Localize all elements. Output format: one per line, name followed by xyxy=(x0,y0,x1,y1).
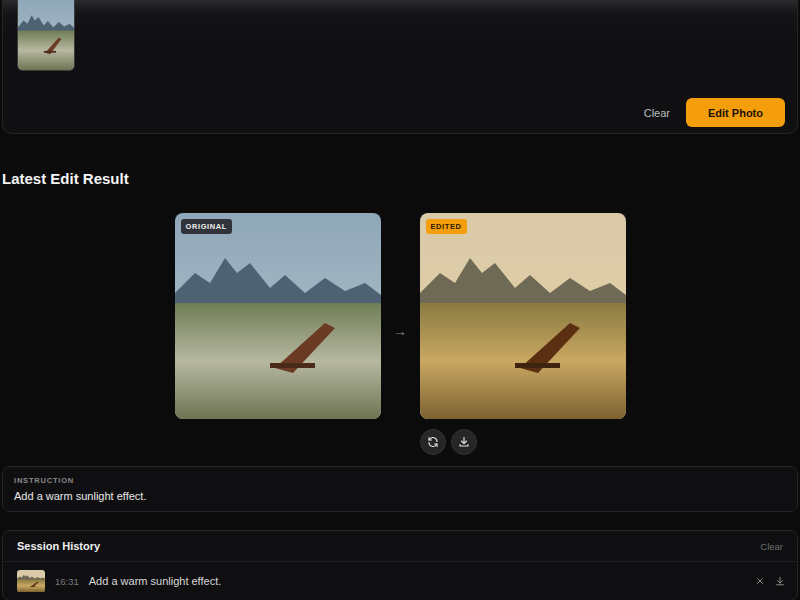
result-panel: EDITED xyxy=(420,213,626,455)
result-image: ORIGINAL xyxy=(175,213,381,419)
download-icon[interactable] xyxy=(775,576,785,586)
image-badge: EDITED xyxy=(426,219,467,234)
section-title: Latest Edit Result xyxy=(2,170,798,188)
history-header: Session History Clear xyxy=(3,531,797,562)
page: Clear Edit Photo Latest Edit Result ORIGI… xyxy=(0,0,800,600)
image-badge: ORIGINAL xyxy=(181,219,232,234)
arrow-icon: → xyxy=(381,323,420,339)
history-card: Session History Clear 16:31 Add a warm s… xyxy=(2,530,798,600)
history-text: Add a warm sunlight effect. xyxy=(89,575,221,587)
refresh-icon xyxy=(427,436,439,448)
clear-button[interactable]: Clear xyxy=(636,101,678,125)
photo xyxy=(17,570,45,592)
result-image: EDITED xyxy=(420,213,626,419)
result-panel: ORIGINAL xyxy=(175,213,381,419)
instruction-text: Add a warm sunlight effect. xyxy=(14,490,786,502)
download-icon xyxy=(458,436,470,448)
history-row[interactable]: 16:31 Add a warm sunlight effect. xyxy=(3,562,797,600)
history-time: 16:31 xyxy=(55,576,79,587)
image-actions xyxy=(420,429,626,455)
edit-photo-button[interactable]: Edit Photo xyxy=(686,98,785,127)
close-icon[interactable] xyxy=(755,576,765,586)
download-button[interactable] xyxy=(451,429,477,455)
photo xyxy=(420,213,626,419)
photo xyxy=(18,0,74,70)
photo xyxy=(175,213,381,419)
history-title: Session History xyxy=(17,540,100,552)
history-thumbnail xyxy=(17,570,45,592)
history-clear-button[interactable]: Clear xyxy=(760,541,783,552)
regenerate-button[interactable] xyxy=(420,429,446,455)
result-row: ORIGINAL → EDITED xyxy=(2,213,798,455)
upload-thumbnail[interactable] xyxy=(17,0,75,71)
instruction-label: INSTRUCTION xyxy=(14,476,786,485)
instruction-card: INSTRUCTION Add a warm sunlight effect. xyxy=(2,466,798,512)
upload-actions: Clear Edit Photo xyxy=(17,98,785,127)
upload-card: Clear Edit Photo xyxy=(2,0,798,134)
